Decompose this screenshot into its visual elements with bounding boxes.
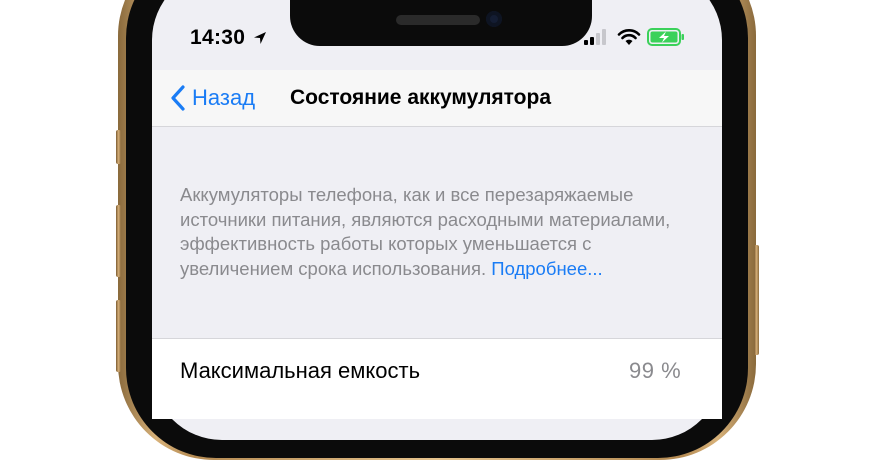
- cellular-signal-icon: [584, 29, 606, 45]
- status-time: 14:30: [190, 26, 246, 49]
- chevron-left-icon: [171, 85, 185, 111]
- location-arrow-icon: [254, 32, 266, 44]
- back-button-label: Назад: [192, 85, 256, 110]
- front-camera: [486, 11, 502, 27]
- side-button-volume-up: [116, 205, 121, 277]
- back-button[interactable]: Назад: [170, 84, 255, 112]
- side-button-power: [754, 245, 759, 355]
- side-button-silent: [116, 130, 121, 164]
- learn-more-link[interactable]: Подробнее...: [491, 258, 602, 279]
- wifi-icon: [617, 29, 641, 45]
- maximum-capacity-value: 99 %: [629, 358, 682, 383]
- side-button-volume-down: [116, 300, 121, 372]
- battery-description: Аккумуляторы телефона, как и все перезар…: [180, 183, 700, 281]
- maximum-capacity-label: Максимальная емкость: [180, 358, 421, 383]
- page-title: Состояние аккумулятора: [290, 86, 552, 109]
- battery-charging-icon: [647, 28, 684, 46]
- speaker-grille: [396, 15, 480, 25]
